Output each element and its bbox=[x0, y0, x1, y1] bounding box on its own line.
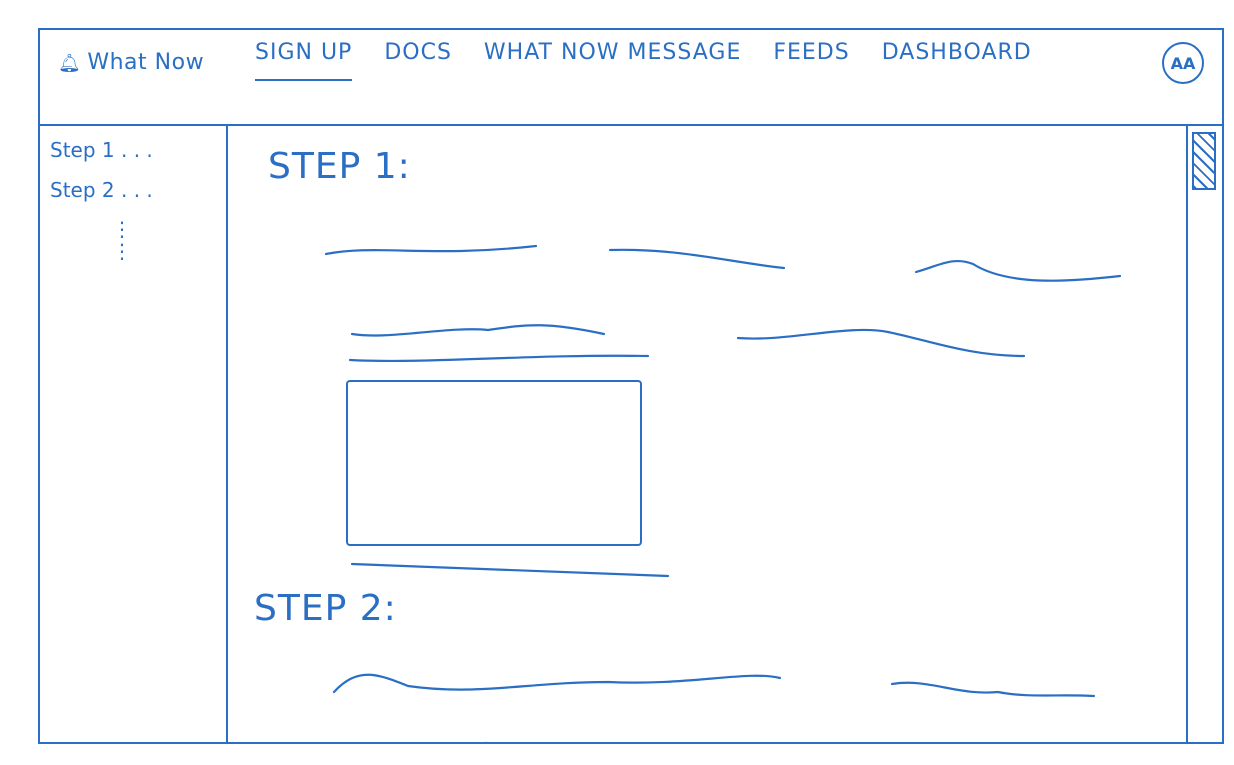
placeholder-text-line bbox=[914, 259, 1122, 282]
sidebar-item-step-2[interactable]: Step 2 . . . bbox=[50, 178, 216, 202]
placeholder-text-line bbox=[332, 673, 782, 694]
sidebar-more-indicator: ⋮ bbox=[112, 217, 132, 241]
steps-sidebar: Step 1 . . . Step 2 . . . ⋮ ⋮ bbox=[40, 126, 228, 742]
placeholder-text-line bbox=[348, 354, 650, 363]
nav-item-sign-up[interactable]: SIGN UP bbox=[255, 36, 353, 81]
sidebar-item-step-1[interactable]: Step 1 . . . bbox=[50, 138, 216, 162]
step-2-title: STEP 2: bbox=[254, 588, 397, 629]
placeholder-text-line bbox=[350, 562, 670, 578]
brand-name: What Now bbox=[87, 50, 205, 75]
nav-item-feeds[interactable]: FEEDS bbox=[773, 36, 849, 65]
app-window: 🔔︎ What Now SIGN UP DOCS WHAT NOW MESSAGE… bbox=[38, 28, 1224, 744]
placeholder-text-line bbox=[324, 244, 538, 256]
scrollbar-thumb[interactable] bbox=[1192, 132, 1216, 190]
placeholder-text-line bbox=[608, 248, 786, 270]
top-navigation-bar: 🔔︎ What Now SIGN UP DOCS WHAT NOW MESSAGE… bbox=[40, 30, 1222, 126]
brand-logo[interactable]: 🔔︎ What Now bbox=[58, 50, 204, 75]
nav-item-what-now-message[interactable]: WHAT NOW MESSAGE bbox=[484, 36, 741, 65]
placeholder-text-line bbox=[890, 681, 1096, 698]
nav-item-dashboard[interactable]: DASHBOARD bbox=[882, 36, 1032, 65]
sidebar-more-indicator-2: ⋮ bbox=[112, 239, 132, 263]
vertical-scrollbar[interactable] bbox=[1186, 126, 1222, 742]
placeholder-text-line bbox=[350, 324, 606, 337]
main-nav: SIGN UP DOCS WHAT NOW MESSAGE FEEDS DASH… bbox=[255, 36, 1032, 116]
placeholder-text-line bbox=[736, 328, 1026, 358]
bell-icon: 🔔︎ bbox=[58, 53, 82, 74]
image-placeholder bbox=[346, 380, 642, 546]
main-content: STEP 1: STEP 2: bbox=[228, 126, 1222, 742]
user-avatar[interactable]: AA bbox=[1162, 42, 1204, 84]
nav-item-docs[interactable]: DOCS bbox=[384, 36, 452, 65]
